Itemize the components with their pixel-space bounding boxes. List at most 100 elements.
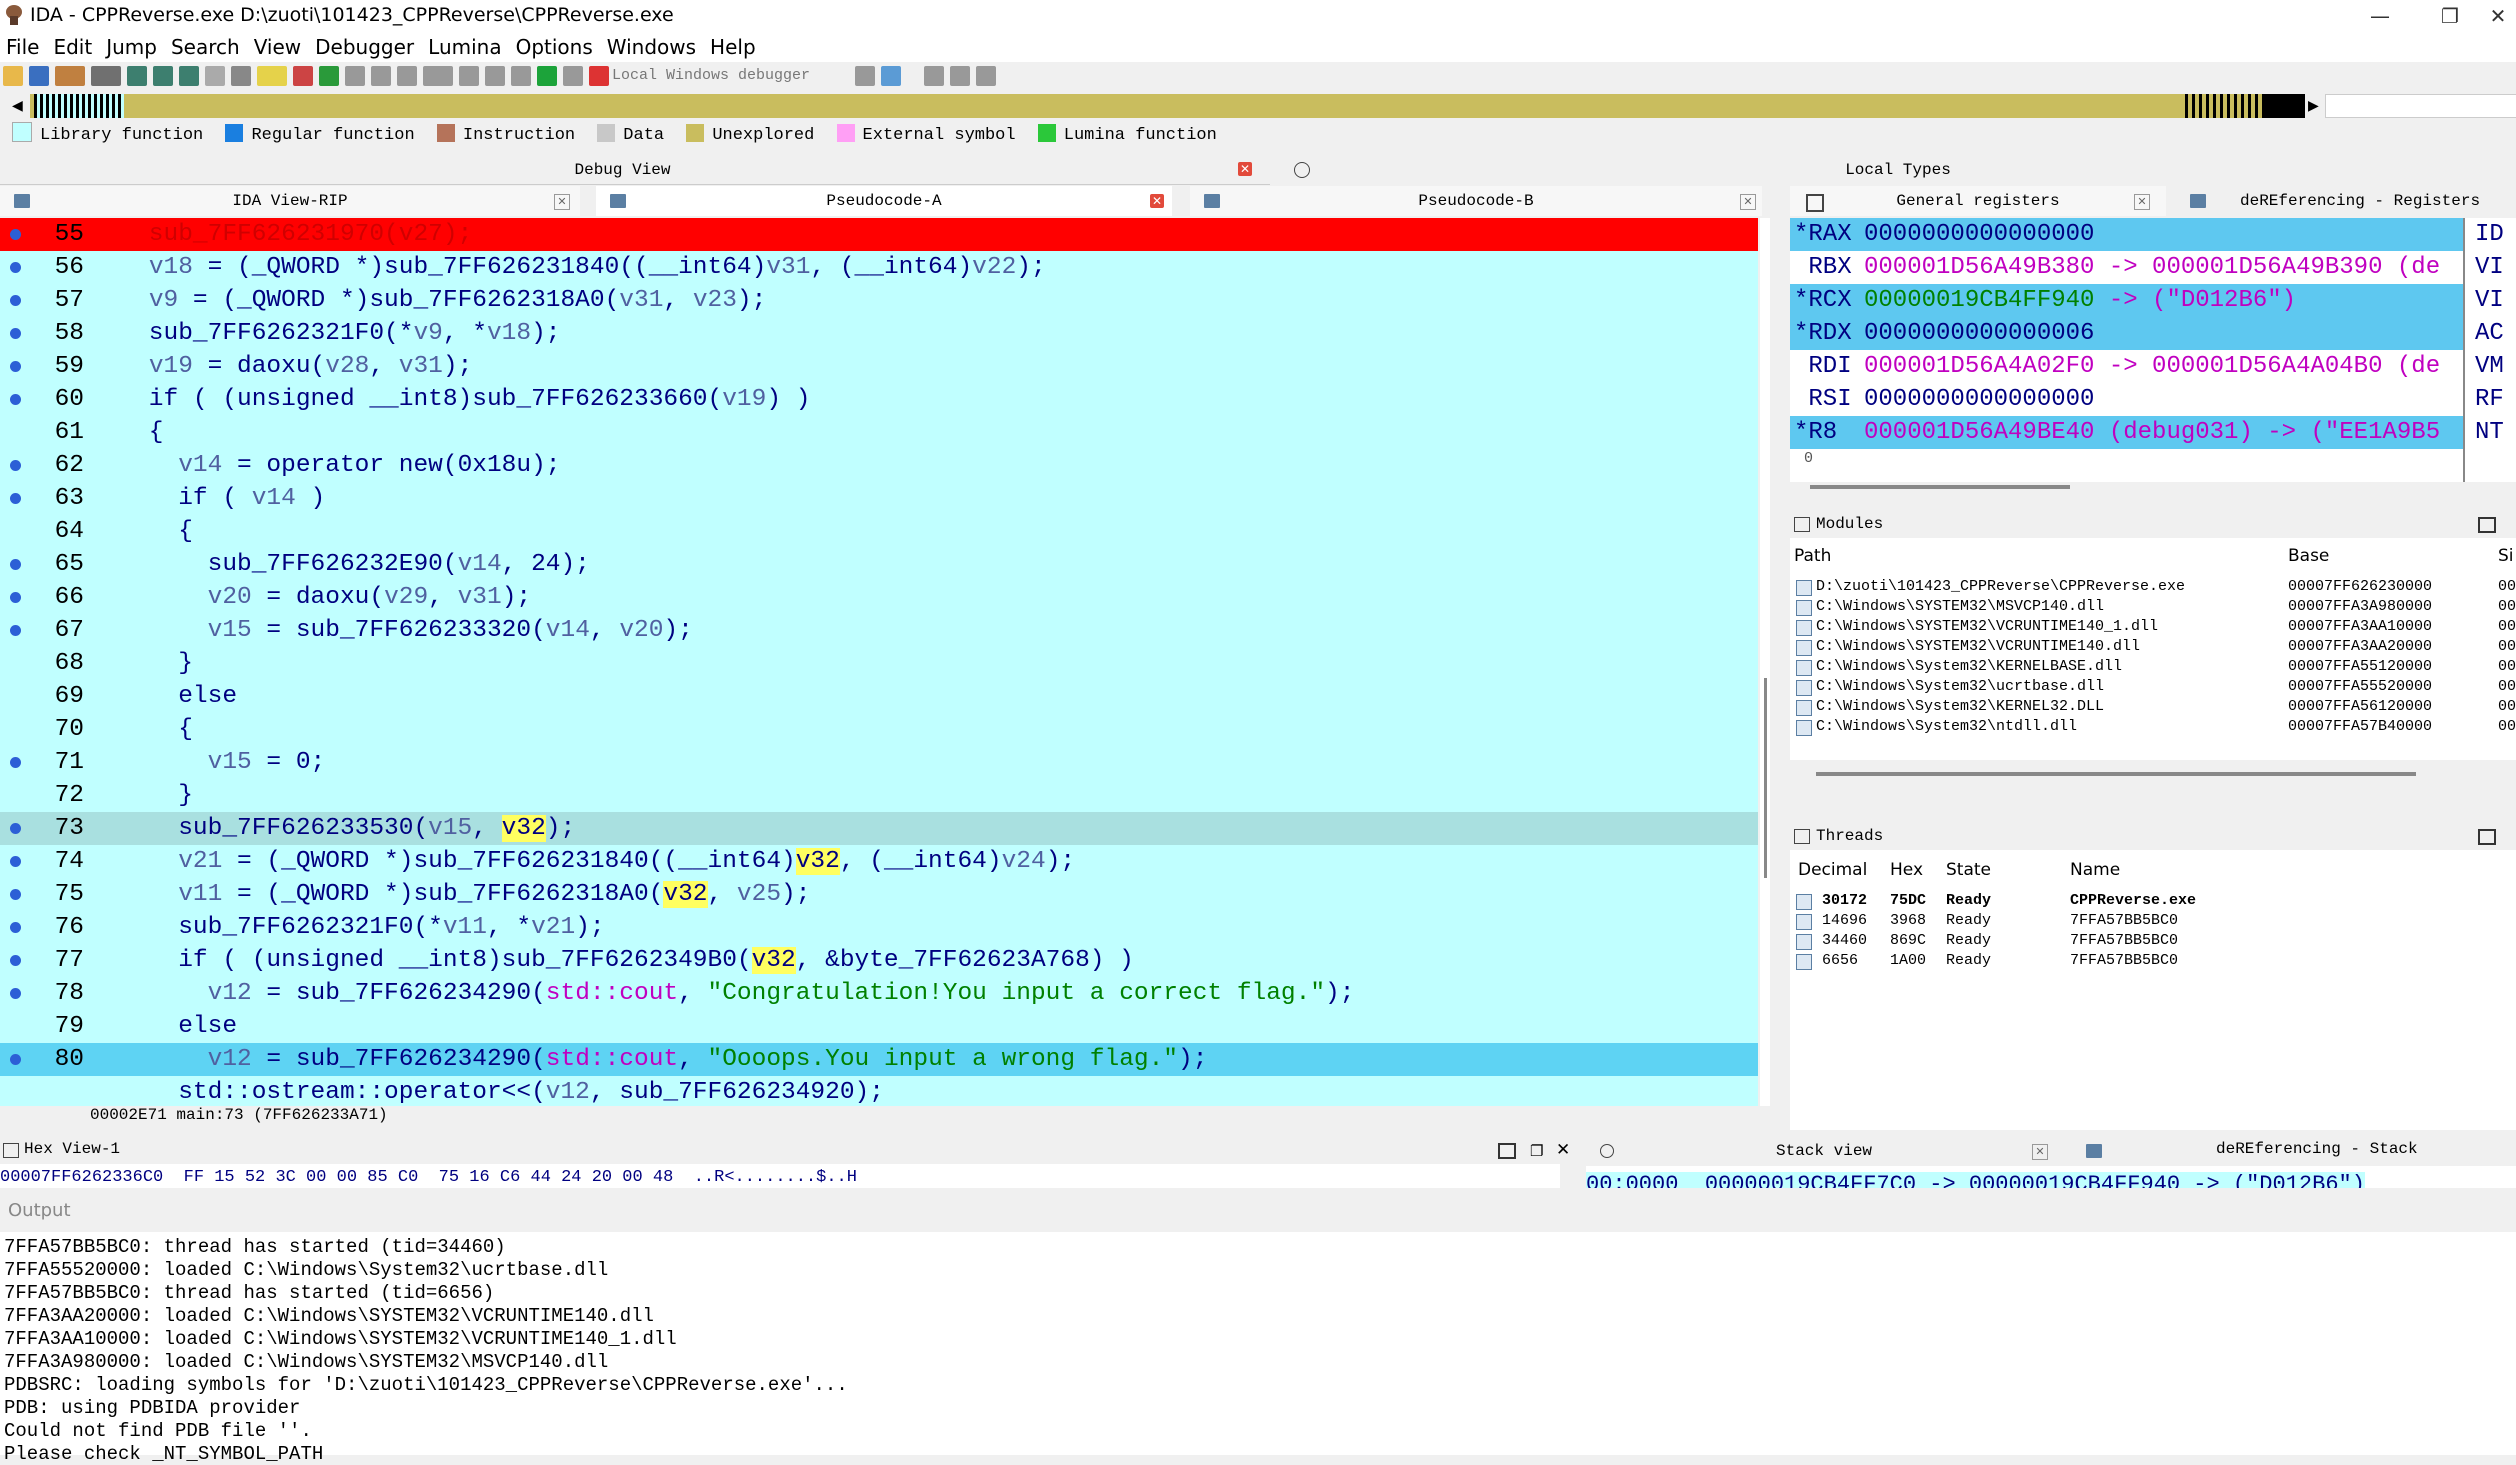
pseudocode-view[interactable]: 55 sub_7FF626231970(v27); 56 v18 = (_QWOR…: [0, 218, 1758, 1106]
registers-view[interactable]: *RAX 0000000000000000 RBX 000001D56A49B380…: [1790, 218, 2463, 482]
struct-icon[interactable]: [371, 66, 391, 86]
nav-left-arrow-icon[interactable]: ◀: [12, 98, 23, 114]
xref-icon[interactable]: [153, 66, 173, 86]
close-tab-icon[interactable]: ✕: [1150, 194, 1164, 208]
tracing-icon[interactable]: [976, 66, 996, 86]
modules-list[interactable]: Path Base Si D:\zuoti\101423_CPPReverse\CPP…: [1790, 538, 2516, 760]
breakpoint-dot-icon[interactable]: [10, 559, 21, 570]
register-row[interactable]: RSI 0000000000000000: [1790, 383, 2463, 416]
breakpoint-list-icon[interactable]: [485, 66, 505, 86]
segment-icon[interactable]: [345, 66, 365, 86]
code-line[interactable]: std::ostream::operator<<(v12, sub_7FF626…: [0, 1076, 1758, 1106]
code-line[interactable]: 63 if ( v14 ): [0, 482, 1758, 515]
register-row[interactable]: *RAX 0000000000000000: [1790, 218, 2463, 251]
calc-icon[interactable]: [293, 66, 313, 86]
code-line[interactable]: 60 if ( (unsigned __int8)sub_7FF62623366…: [0, 383, 1758, 416]
code-line[interactable]: 77 if ( (unsigned __int8)sub_7FF6262349B…: [0, 944, 1758, 977]
proximity-icon[interactable]: [179, 66, 199, 86]
maximize-icon[interactable]: [2478, 829, 2496, 845]
menu-options[interactable]: Options: [510, 32, 601, 60]
close-tab-icon[interactable]: ✕: [2032, 1144, 2048, 1160]
breakpoint-dot-icon[interactable]: [10, 295, 21, 306]
column-header[interactable]: Base: [2288, 546, 2329, 566]
column-header[interactable]: Path: [1794, 546, 1831, 566]
hex-view[interactable]: 00007FF6262336C0 FF 15 52 3C 00 00 85 C0…: [0, 1164, 1560, 1188]
breakpoint-dot-icon[interactable]: [10, 889, 21, 900]
code-line[interactable]: 64 {: [0, 515, 1758, 548]
breakpoint-dot-icon[interactable]: [10, 856, 21, 867]
float-icon[interactable]: ❐: [1530, 1142, 1543, 1160]
close-tab-icon[interactable]: ✕: [554, 194, 570, 210]
module-row[interactable]: C:\Windows\System32\ntdll.dll 00007FFA57B…: [1790, 718, 2516, 738]
nav-search-box[interactable]: [2325, 94, 2516, 118]
menu-windows[interactable]: Windows: [601, 32, 704, 60]
module-row[interactable]: C:\Windows\System32\KERNEL32.DLL 00007FFA…: [1790, 698, 2516, 718]
tab-deref-registers[interactable]: deREferencing - Registers: [2186, 186, 2516, 216]
close-hex-view-icon[interactable]: ✕: [1556, 1140, 1570, 1160]
module-row[interactable]: C:\Windows\System32\KERNELBASE.dll 00007F…: [1790, 658, 2516, 678]
nav-right-arrow-icon[interactable]: ▶: [2308, 98, 2319, 114]
menu-debugger[interactable]: Debugger: [309, 32, 422, 60]
breakpoint-dot-icon[interactable]: [10, 229, 21, 240]
code-line[interactable]: 61 {: [0, 416, 1758, 449]
code-line[interactable]: 73 sub_7FF626233530(v15, v32);: [0, 812, 1758, 845]
menu-file[interactable]: File: [0, 32, 47, 60]
code-line[interactable]: 79 else: [0, 1010, 1758, 1043]
code-line[interactable]: 71 v15 = 0;: [0, 746, 1758, 779]
column-header[interactable]: Si: [2498, 546, 2514, 566]
module-row[interactable]: C:\Windows\SYSTEM32\VCRUNTIME140.dll 0000…: [1790, 638, 2516, 658]
stack-view[interactable]: 00:0000 00000019CB4FF7C0 -> 00000019CB4F…: [1586, 1166, 2516, 1188]
breakpoint-dot-icon[interactable]: [10, 625, 21, 636]
pause-icon[interactable]: [563, 66, 583, 86]
tab-pseudocode-a[interactable]: Pseudocode-A ✕: [596, 186, 1172, 216]
code-line[interactable]: 80 v12 = sub_7FF626234290(std::cout, "Oo…: [0, 1043, 1758, 1076]
code-line[interactable]: 62 v14 = operator new(0x18u);: [0, 449, 1758, 482]
module-row[interactable]: C:\Windows\System32\ucrtbase.dll 00007FFA…: [1790, 678, 2516, 698]
stack-view-title[interactable]: Stack view: [1776, 1142, 1872, 1160]
open-icon[interactable]: [3, 66, 23, 86]
code-line[interactable]: 59 v19 = daoxu(v28, v31);: [0, 350, 1758, 383]
code-line[interactable]: 75 v11 = (_QWORD *)sub_7FF6262318A0(v32,…: [0, 878, 1758, 911]
close-tab-icon[interactable]: ✕: [2134, 194, 2150, 210]
save-icon[interactable]: [29, 66, 49, 86]
register-row[interactable]: RDI 000001D56A4A02F0 -> 000001D56A4A04B0 …: [1790, 350, 2463, 383]
code-line[interactable]: 65 sub_7FF626232E90(v14, 24);: [0, 548, 1758, 581]
breakpoint-dot-icon[interactable]: [10, 823, 21, 834]
breakpoint-dot-icon[interactable]: [10, 922, 21, 933]
code-line[interactable]: 56 v18 = (_QWORD *)sub_7FF626231840((__i…: [0, 251, 1758, 284]
forward-icon[interactable]: [91, 66, 121, 86]
breakpoint-dot-icon[interactable]: [10, 592, 21, 603]
register-row[interactable]: *R8 000001D56A49BE40 (debug031) -> ("EE1A…: [1790, 416, 2463, 449]
code-line[interactable]: 70 {: [0, 713, 1758, 746]
code-line[interactable]: 66 v20 = daoxu(v29, v31);: [0, 581, 1758, 614]
start-debug-icon[interactable]: [537, 66, 557, 86]
list-icon[interactable]: [924, 66, 944, 86]
output-log[interactable]: 7FFA57BB5BC0: thread has started (tid=34…: [0, 1232, 2516, 1465]
trace-icon[interactable]: [950, 66, 970, 86]
threads-list[interactable]: Decimal Hex State Name 30172 75DC Ready CPPReve…: [1790, 850, 2516, 1130]
breakpoint-dot-icon[interactable]: [10, 955, 21, 966]
module-row[interactable]: C:\Windows\SYSTEM32\MSVCP140.dll 00007FFA…: [1790, 598, 2516, 618]
code-line[interactable]: 58 sub_7FF6262321F0(*v9, *v18);: [0, 317, 1758, 350]
breakpoint-dot-icon[interactable]: [10, 757, 21, 768]
breakpoint-dot-icon[interactable]: [10, 493, 21, 504]
code-line[interactable]: 76 sub_7FF6262321F0(*v11, *v21);: [0, 911, 1758, 944]
thread-row[interactable]: 6656 1A00 Ready 7FFA57BB5BC0: [1790, 952, 2516, 972]
minimize-button[interactable]: —: [2350, 0, 2410, 32]
enum-icon[interactable]: [397, 66, 417, 86]
menu-view[interactable]: View: [248, 32, 309, 60]
local-types-title[interactable]: Local Types: [1280, 157, 2516, 183]
tab-pseudocode-b[interactable]: Pseudocode-B ✕: [1190, 186, 1762, 216]
breakpoint-dot-icon[interactable]: [10, 394, 21, 405]
filter-icon[interactable]: [423, 66, 453, 86]
restore-button[interactable]: ❐: [2420, 0, 2480, 32]
jump-icon[interactable]: [231, 66, 251, 86]
code-line[interactable]: 74 v21 = (_QWORD *)sub_7FF626231840((__i…: [0, 845, 1758, 878]
modules-hscroll[interactable]: [1816, 772, 2416, 776]
close-debug-view-icon[interactable]: ✕: [1238, 162, 1252, 176]
back-icon[interactable]: [55, 66, 85, 86]
graph-icon[interactable]: [127, 66, 147, 86]
code-line[interactable]: 55 sub_7FF626231970(v27);: [0, 218, 1758, 251]
close-button[interactable]: ✕: [2480, 0, 2516, 32]
deref-stack-title[interactable]: deREferencing - Stack: [2216, 1140, 2418, 1158]
